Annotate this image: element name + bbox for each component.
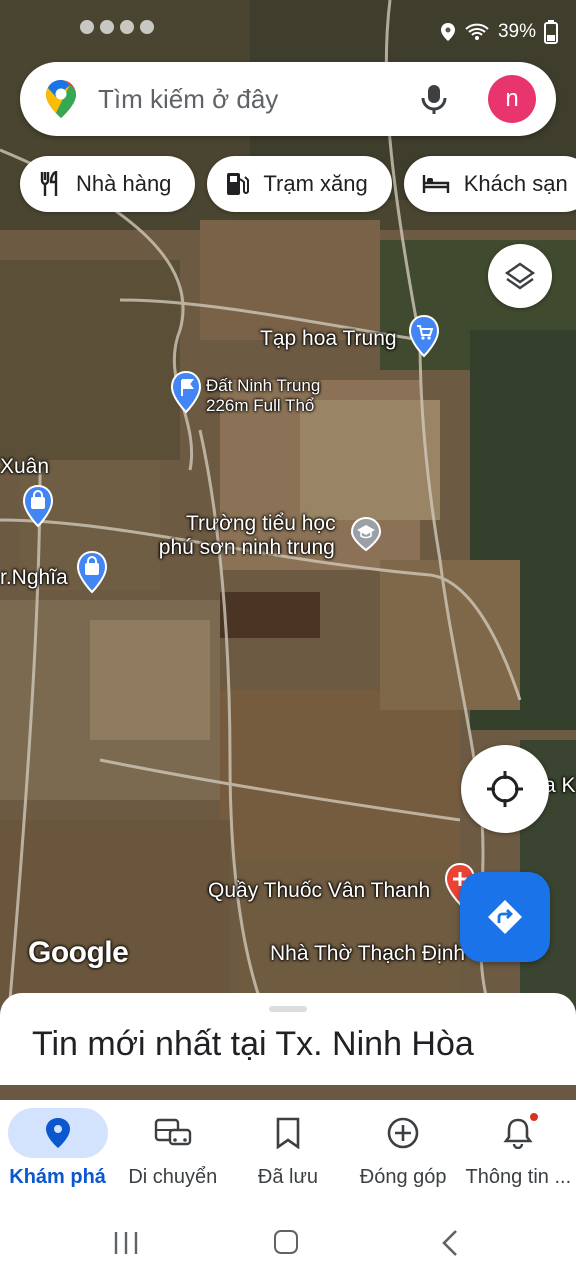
- chip-label: Trạm xăng: [263, 171, 368, 196]
- nav-label: Thông tin ...: [465, 1166, 572, 1188]
- system-navigation-bar: [0, 1200, 576, 1280]
- bed-icon: [422, 175, 449, 193]
- bottom-navigation: Khám phá Di chuyển Đã lưu Đóng góp Thông…: [0, 1100, 576, 1200]
- back-icon[interactable]: [440, 1228, 460, 1258]
- map-label-nha-tho[interactable]: Nhà Thờ Thạch Định: [270, 942, 465, 966]
- nav-label: Khám phá: [9, 1166, 106, 1188]
- crosshair-icon: [487, 771, 523, 807]
- bookmark-icon: [276, 1117, 300, 1149]
- map-label-xuan[interactable]: Xuân: [0, 455, 49, 479]
- shopping-cart-pin-icon[interactable]: [408, 314, 440, 358]
- notification-badge: [530, 1113, 539, 1121]
- drag-handle[interactable]: [269, 1006, 307, 1012]
- gas-station-icon: [227, 173, 250, 195]
- bell-icon: [503, 1118, 533, 1149]
- nav-contribute[interactable]: Đóng góp: [346, 1100, 461, 1200]
- search-bar[interactable]: n: [20, 62, 556, 136]
- fork-knife-icon: [40, 171, 58, 196]
- map-layers-button[interactable]: [488, 244, 552, 308]
- map-label-dat-ninh-trung[interactable]: Đất Ninh Trung 226m Full Thổ: [206, 376, 320, 415]
- google-watermark: Google: [28, 936, 129, 969]
- notification-dot-icon: [120, 20, 134, 34]
- chip-hotels[interactable]: Khách sạn: [403, 156, 576, 212]
- home-icon[interactable]: [274, 1230, 298, 1254]
- map-label-truong-line2: phú sơn ninh trung: [158, 536, 335, 560]
- chip-label: Khách sạn: [463, 171, 568, 196]
- notification-icons: [80, 20, 154, 34]
- nav-updates[interactable]: Thông tin ...: [461, 1100, 576, 1200]
- wifi-icon: [465, 23, 489, 40]
- battery-percent: 39%: [497, 21, 536, 42]
- notification-dot-icon: [100, 20, 114, 34]
- shopping-bag-pin-icon[interactable]: [76, 550, 108, 594]
- chip-label: Nhà hàng: [76, 171, 172, 196]
- layers-icon: [504, 262, 536, 290]
- nav-saved[interactable]: Đã lưu: [230, 1100, 345, 1200]
- add-circle-icon: [387, 1117, 419, 1149]
- nav-label: Đã lưu: [257, 1166, 318, 1188]
- google-maps-logo-icon: [46, 80, 76, 118]
- nav-explore[interactable]: Khám phá: [0, 1100, 115, 1200]
- nav-label: Đóng góp: [359, 1166, 447, 1188]
- flag-pin-icon[interactable]: [170, 370, 202, 414]
- account-avatar[interactable]: n: [488, 75, 536, 123]
- map-label-quay-thuoc[interactable]: Quầy Thuốc Vân Thanh: [208, 879, 430, 903]
- directions-icon: [488, 900, 522, 934]
- explore-bottom-sheet[interactable]: Tin mới nhất tại Tx. Ninh Hòa: [0, 993, 576, 1085]
- sheet-title: Tin mới nhất tại Tx. Ninh Hòa: [32, 1025, 474, 1063]
- location-icon: [440, 23, 455, 41]
- directions-button[interactable]: [460, 872, 550, 962]
- search-input[interactable]: [98, 83, 398, 115]
- nav-commute[interactable]: Di chuyển: [115, 1100, 230, 1200]
- commute-icon: [154, 1118, 191, 1146]
- category-chips: Nhà hàng Trạm xăng Khách sạn: [20, 156, 576, 212]
- notification-dot-icon: [80, 20, 94, 34]
- map-label-truong[interactable]: Trường tiểu học phú sơn ninh trung: [159, 512, 336, 560]
- map-label-nghia[interactable]: r.Nghĩa: [0, 566, 68, 590]
- recents-icon[interactable]: [112, 1230, 140, 1256]
- map-label-dat-line1: Đất Ninh Trung: [206, 376, 321, 395]
- chip-gas-stations[interactable]: Trạm xăng: [207, 156, 392, 212]
- location-pin-icon: [45, 1118, 70, 1148]
- map-label-truong-line1: Trường tiểu học: [186, 512, 336, 535]
- map-label-tap-hoa[interactable]: Tạp hoa Trung: [260, 327, 397, 351]
- microphone-icon[interactable]: [416, 81, 452, 117]
- notification-dot-icon: [140, 20, 154, 34]
- chip-restaurants[interactable]: Nhà hàng: [20, 156, 196, 212]
- nav-label: Di chuyển: [128, 1166, 218, 1188]
- my-location-button[interactable]: [461, 745, 549, 833]
- battery-icon: [544, 20, 558, 44]
- shopping-bag-pin-icon[interactable]: [22, 484, 54, 528]
- map-label-dat-line2: 226m Full Thổ: [206, 395, 315, 415]
- school-pin-icon[interactable]: [350, 516, 382, 552]
- status-bar: 39%: [0, 0, 576, 62]
